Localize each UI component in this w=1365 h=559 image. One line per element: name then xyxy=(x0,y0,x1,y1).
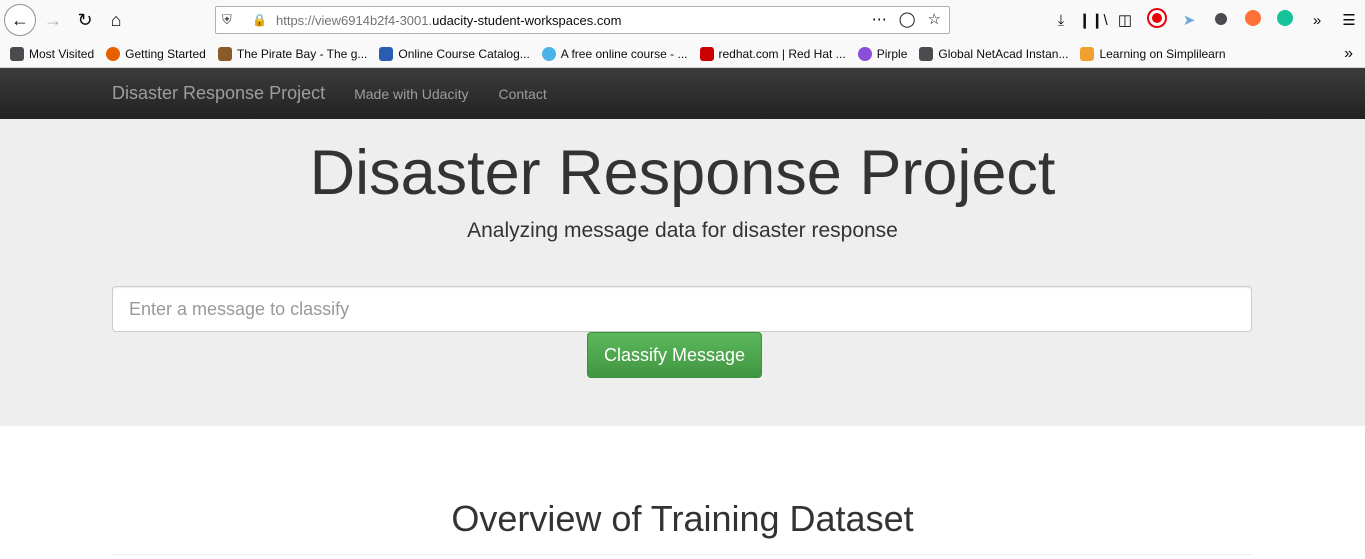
bookmark-label: The Pirate Bay - The g... xyxy=(236,46,368,61)
navbar-brand[interactable]: Disaster Response Project xyxy=(112,83,325,104)
jumbotron: Disaster Response Project Analyzing mess… xyxy=(0,119,1365,426)
grammarly-icon[interactable] xyxy=(1269,10,1301,30)
bookmark-label: Global NetAcad Instan... xyxy=(938,46,1069,61)
divider xyxy=(112,554,1252,555)
bookmark-label: Learning on Simplilearn xyxy=(1099,46,1226,61)
browser-toolbar: ← → ↻ ⌂ ⛨ 🔒 https://view6914b2f4-3001.ud… xyxy=(0,0,1365,40)
bookmark-item[interactable]: Pirple xyxy=(857,46,908,61)
firefox-icon xyxy=(106,46,121,61)
nav-link-made-with-udacity[interactable]: Made with Udacity xyxy=(354,86,468,102)
bookmark-item[interactable]: The Pirate Bay - The g... xyxy=(217,46,368,61)
nav-link-contact[interactable]: Contact xyxy=(498,86,546,102)
library-icon[interactable]: ❙❙\ xyxy=(1077,11,1109,29)
orange-extension-icon[interactable] xyxy=(1237,10,1269,30)
url-host: udacity-student-workspaces.com xyxy=(432,12,622,28)
url-prefix: https://view6914b2f4-3001. xyxy=(276,12,433,28)
cisco-icon xyxy=(919,46,934,61)
url-text[interactable]: https://view6914b2f4-3001.udacity-studen… xyxy=(276,13,621,28)
pirate-ship-icon xyxy=(217,46,232,61)
bookmark-item[interactable]: A free online course - ... xyxy=(541,46,688,61)
bookmark-item[interactable]: redhat.com | Red Hat ... xyxy=(699,46,846,61)
overflow-chevron-icon[interactable]: » xyxy=(1301,12,1333,29)
bookmark-label: redhat.com | Red Hat ... xyxy=(718,46,846,61)
bookmark-item[interactable]: Most Visited xyxy=(10,46,95,61)
gear-icon xyxy=(10,46,24,61)
message-input[interactable] xyxy=(112,286,1252,332)
url-bar[interactable]: ⛨ 🔒 https://view6914b2f4-3001.udacity-st… xyxy=(215,6,950,34)
pirple-icon xyxy=(857,46,872,61)
shield-icon[interactable]: ⛨ xyxy=(222,12,240,28)
page-subtitle: Analyzing message data for disaster resp… xyxy=(467,219,898,242)
bubble-icon xyxy=(541,46,556,61)
simplilearn-icon xyxy=(1080,46,1095,61)
download-icon[interactable]: ⤓ xyxy=(1045,12,1077,29)
bookmark-label: Online Course Catalog... xyxy=(398,46,530,61)
bookmark-label: Most Visited xyxy=(29,46,95,61)
bookmark-star-icon[interactable]: ☆ xyxy=(928,10,941,28)
bookmark-item[interactable]: Online Course Catalog... xyxy=(379,46,530,61)
send-extension-icon[interactable]: ➤ xyxy=(1173,11,1205,29)
page-title: Disaster Response Project xyxy=(309,138,1056,208)
forward-arrow-icon[interactable]: → xyxy=(38,5,68,35)
redhat-icon xyxy=(699,46,714,61)
opera-extension-icon[interactable] xyxy=(1141,10,1173,30)
page-actions-icon[interactable]: ⋯ xyxy=(872,10,887,28)
bookmark-label: A free online course - ... xyxy=(560,46,688,61)
classify-message-button[interactable]: Classify Message xyxy=(587,332,762,378)
menu-icon[interactable]: ☰ xyxy=(1333,11,1365,29)
lock-icon[interactable]: 🔒 xyxy=(252,13,267,27)
pocket-icon[interactable]: ◯ xyxy=(899,10,916,28)
overview-title: Overview of Training Dataset xyxy=(451,498,914,539)
bookmark-label: Getting Started xyxy=(125,46,206,61)
overview-section: Overview of Training Dataset xyxy=(0,426,1365,559)
sidebar-icon[interactable]: ◫ xyxy=(1109,11,1141,29)
bookmarks-overflow-chevron-icon[interactable]: » xyxy=(1344,45,1353,63)
site-navbar: Disaster Response Project Made with Udac… xyxy=(0,68,1365,119)
infinity-icon xyxy=(379,46,394,61)
home-icon[interactable]: ⌂ xyxy=(101,5,131,35)
bookmark-item[interactable]: Global NetAcad Instan... xyxy=(919,46,1069,61)
bookmarks-bar: Most Visited Getting Started The Pirate Ba… xyxy=(0,40,1365,68)
bookmark-item[interactable]: Learning on Simplilearn xyxy=(1080,46,1226,61)
account-icon[interactable] xyxy=(1205,12,1237,29)
reload-icon[interactable]: ↻ xyxy=(70,5,100,35)
back-arrow-icon[interactable]: ← xyxy=(4,4,36,36)
bookmark-label: Pirple xyxy=(876,46,908,61)
bookmark-item[interactable]: Getting Started xyxy=(106,46,206,61)
